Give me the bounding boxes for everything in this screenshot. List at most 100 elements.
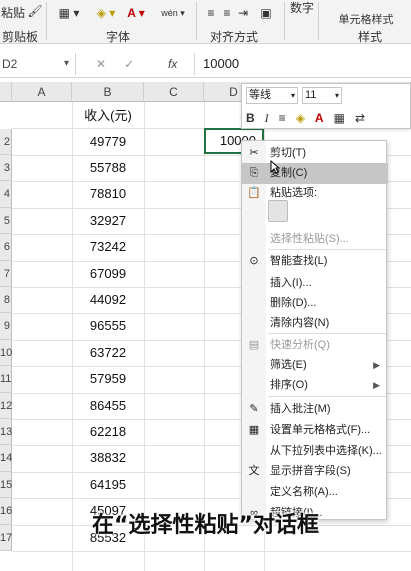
income-cell[interactable]: 73242	[72, 234, 144, 260]
cell-style-button[interactable]: 单元格样式	[326, 12, 406, 26]
menu-item[interactable]: 文显示拼音字段(S)	[242, 461, 388, 482]
paste-button[interactable]: 粘贴	[0, 0, 26, 24]
fill-color-icon[interactable]: ◈ ▾	[92, 6, 120, 20]
row-header[interactable]: 8	[0, 287, 12, 314]
align-center-icon[interactable]: ≡	[279, 111, 286, 125]
borders-icon[interactable]: ▦	[334, 111, 345, 125]
formula-input[interactable]: 10000	[194, 53, 411, 75]
income-cell[interactable]: 78810	[72, 181, 144, 207]
check-icon[interactable]: ✓	[124, 57, 134, 71]
comment-icon: ✎	[249, 403, 259, 415]
italic-button[interactable]: I	[265, 111, 269, 126]
align-center-icon[interactable]: ≡	[220, 6, 234, 20]
select-all-corner[interactable]	[0, 82, 12, 102]
font-size-value: 11	[305, 89, 317, 101]
comma-style-icon[interactable]: ⇄	[355, 111, 365, 125]
quick-analysis-icon: ▤	[248, 339, 260, 351]
income-cell[interactable]: 44092	[72, 287, 144, 313]
menu-item-label: 显示拼音字段(S)	[270, 465, 351, 477]
header-cell-income[interactable]: 收入(元)	[72, 102, 144, 129]
row-header[interactable]: 13	[0, 419, 12, 446]
row-header[interactable]: 10	[0, 339, 12, 367]
name-box[interactable]: D2 ▾	[0, 53, 76, 75]
income-cell[interactable]: 57959	[72, 366, 144, 392]
income-cell[interactable]: 86455	[72, 393, 144, 419]
menu-item[interactable]: 插入(I)...	[242, 273, 388, 294]
ribbon: 粘贴 🖌 ▦ ▾ ◈ ▾ A ▾ wén ▾ ≡ ≡ ⇥ ▣ 数字 单元格样式 …	[0, 0, 411, 44]
row-header[interactable]: 14	[0, 445, 12, 472]
borders-icon[interactable]: ▦ ▾	[56, 6, 82, 20]
row-header[interactable]: 5	[0, 207, 12, 235]
indent-icon[interactable]: ⇥	[236, 6, 250, 20]
row-header[interactable]: 3	[0, 155, 12, 182]
menu-separator	[268, 249, 386, 250]
income-cell[interactable]: 67099	[72, 261, 144, 287]
column-header-b[interactable]: B	[72, 82, 144, 102]
row-header[interactable]: 4	[0, 181, 12, 208]
income-cell[interactable]: 64195	[72, 472, 144, 498]
format-cells-icon: ▦	[248, 424, 260, 436]
menu-item[interactable]: 筛选(E) ▶	[242, 355, 388, 376]
income-cell[interactable]: 49779	[72, 129, 144, 155]
menu-item[interactable]: 删除(D)...	[242, 293, 388, 314]
income-cell[interactable]: 63722	[72, 340, 144, 366]
menu-item[interactable]: 排序(O) ▶	[242, 375, 388, 396]
income-cell[interactable]: 96555	[72, 313, 144, 339]
menu-separator	[268, 333, 386, 334]
menu-item-label: 删除(D)...	[270, 297, 317, 309]
phonetic-icon: 文	[248, 465, 260, 477]
font-color-button[interactable]: A	[315, 111, 324, 125]
chevron-down-icon[interactable]: ▾	[64, 53, 69, 75]
menu-item-label: 智能查找(L)	[270, 255, 328, 267]
menu-item[interactable]: ▦ 设置单元格格式(F)...	[242, 420, 388, 441]
menu-item-label: 粘贴选项:	[270, 187, 318, 199]
number-group[interactable]: 数字	[290, 0, 314, 15]
group-font: 字体	[106, 30, 131, 44]
row-header[interactable]: 6	[0, 234, 12, 261]
formula-actions: ✕ ✓	[96, 53, 134, 75]
income-cell[interactable]: 62218	[72, 419, 144, 445]
income-cell[interactable]: 55788	[72, 155, 144, 181]
font-name-value: 等线	[249, 89, 271, 101]
row-header[interactable]: 15	[0, 471, 12, 499]
cancel-icon[interactable]: ✕	[96, 57, 106, 71]
column-header-a[interactable]: A	[12, 82, 72, 102]
brush-icon[interactable]: 🖌	[27, 4, 42, 18]
menu-item[interactable]: ✎ 插入批注(M)	[242, 399, 388, 420]
bold-button[interactable]: B	[246, 111, 255, 125]
menu-item[interactable]: 清除内容(N)	[242, 313, 388, 334]
chevron-right-icon: ▶	[373, 380, 380, 390]
menu-item[interactable]: 从下拉列表中选择(K)...	[242, 441, 388, 462]
menu-item[interactable]: ⎘ 复制(C)	[242, 163, 388, 184]
chevron-right-icon: ▶	[373, 360, 380, 370]
income-cell[interactable]: 32927	[72, 208, 144, 234]
font-color-icon[interactable]: A ▾	[122, 6, 150, 20]
menu-item[interactable]: ✂ 剪切(T)	[242, 143, 388, 164]
row-header[interactable]: 11	[0, 366, 12, 393]
insert-function-button[interactable]: fx	[168, 53, 177, 75]
group-alignment: 对齐方式	[210, 30, 259, 44]
income-cell[interactable]: 38832	[72, 445, 144, 471]
row-header[interactable]: 9	[0, 313, 12, 340]
merge-icon[interactable]: ▣	[256, 6, 276, 20]
chevron-down-icon[interactable]: ▾	[291, 88, 295, 103]
menu-item[interactable]: 定义名称(A)...	[242, 482, 388, 503]
font-size-input[interactable]: 11 ▾	[302, 87, 342, 104]
paste-option-icon[interactable]	[268, 200, 288, 222]
row-header[interactable]: 2	[0, 128, 12, 155]
menu-item[interactable]: ▤ 快速分析(Q)	[242, 335, 388, 356]
menu-item[interactable]: ⊙ 智能查找(L)	[242, 251, 388, 272]
mini-toolbar-row: B I ≡ ◈ A ▦ ⇄	[246, 109, 365, 127]
smart-lookup-icon: ⊙	[249, 255, 259, 267]
group-clipboard: 剪贴板	[2, 30, 39, 44]
align-left-icon[interactable]: ≡	[204, 6, 218, 20]
fill-color-icon[interactable]: ◈	[296, 111, 305, 125]
row-header[interactable]: 12	[0, 392, 12, 419]
font-name-input[interactable]: 等线 ▾	[246, 87, 298, 104]
phonetic-icon[interactable]: wén ▾	[160, 6, 186, 20]
menu-item[interactable]: 选择性粘贴(S)...	[242, 229, 388, 250]
column-header-c[interactable]: C	[144, 82, 204, 102]
chevron-down-icon[interactable]: ▾	[335, 88, 339, 103]
menu-item-label: 筛选(E)	[270, 359, 307, 371]
row-header[interactable]: 7	[0, 260, 12, 287]
